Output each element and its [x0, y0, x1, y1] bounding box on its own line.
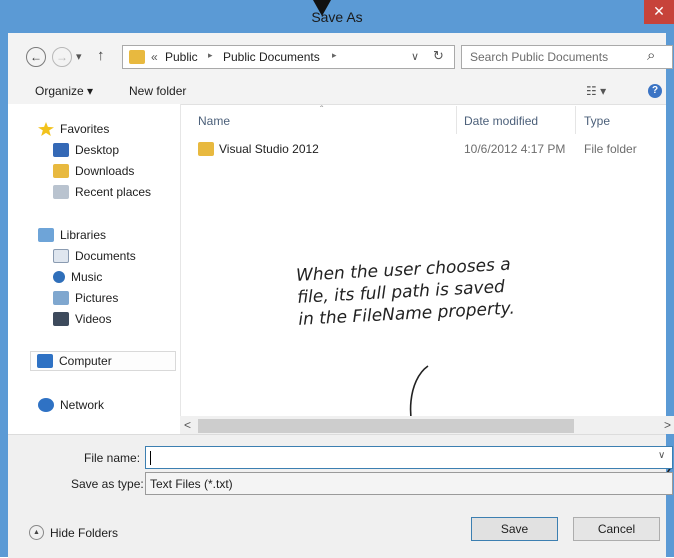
recent-locations-dropdown[interactable]: ▾ — [76, 50, 82, 63]
column-divider[interactable] — [456, 106, 457, 134]
file-name-label: File name: — [84, 451, 141, 465]
sidebar-label: Computer — [59, 354, 112, 368]
sidebar-item-recent-places[interactable]: Recent places — [53, 183, 151, 201]
desktop-icon — [53, 143, 69, 157]
new-folder-button[interactable]: New folder — [129, 84, 186, 98]
sidebar-label: Videos — [75, 312, 112, 326]
hide-folders-toggle-icon[interactable]: ▲ — [29, 525, 44, 540]
hide-folders-button[interactable]: Hide Folders — [50, 526, 118, 540]
sidebar-item-videos[interactable]: Videos — [53, 310, 111, 328]
sidebar-label: Network — [60, 398, 105, 412]
column-header-type[interactable]: Type — [584, 114, 610, 128]
sidebar-label: Libraries — [60, 228, 107, 242]
documents-icon — [53, 249, 69, 263]
network-icon — [38, 398, 54, 412]
sidebar-item-documents[interactable]: Documents — [53, 247, 136, 265]
pane-splitter[interactable] — [180, 104, 181, 434]
address-dropdown[interactable]: ∨ — [411, 50, 419, 63]
breadcrumb-public[interactable]: Public — [165, 50, 198, 64]
sidebar-item-computer[interactable]: Computer — [30, 351, 176, 371]
up-button[interactable]: ↑ — [97, 47, 105, 64]
sidebar-item-network[interactable]: Network — [38, 396, 104, 414]
file-name-input[interactable]: ∨ — [145, 446, 673, 469]
videos-icon — [53, 312, 69, 326]
search-icon[interactable]: ⌕ — [647, 47, 655, 64]
pictures-icon — [53, 291, 69, 305]
sort-indicator-icon: ˆ — [320, 105, 324, 116]
star-icon — [38, 122, 54, 136]
table-row[interactable]: Visual Studio 2012 10/6/2012 4:17 PM Fil… — [194, 138, 664, 160]
scroll-left-button[interactable]: < — [184, 418, 191, 432]
sidebar-label: Recent places — [75, 185, 152, 199]
breadcrumb-overflow[interactable]: « — [151, 50, 158, 64]
breadcrumb-public-documents[interactable]: Public Documents — [223, 50, 320, 64]
column-divider[interactable] — [575, 106, 576, 134]
sidebar-item-pictures[interactable]: Pictures — [53, 289, 118, 307]
breadcrumb-separator[interactable]: ▸ — [332, 50, 337, 61]
save-as-type-select[interactable]: Text Files (*.txt) — [145, 472, 673, 495]
organize-button[interactable]: Organize ▾ — [35, 84, 93, 98]
scroll-right-button[interactable]: > — [664, 418, 671, 432]
close-button[interactable]: ✕ — [644, 0, 674, 24]
libraries-icon — [38, 228, 54, 242]
sidebar-item-desktop[interactable]: Desktop — [53, 141, 119, 159]
column-header-name[interactable]: Name — [198, 114, 230, 128]
save-button[interactable]: Save — [471, 517, 558, 541]
sidebar-item-favorites[interactable]: Favorites — [38, 120, 109, 138]
callout-arrow-icon — [313, 0, 331, 16]
sidebar-item-downloads[interactable]: Downloads — [53, 162, 134, 180]
file-name: Visual Studio 2012 — [219, 142, 319, 156]
cancel-button[interactable]: Cancel — [573, 517, 660, 541]
search-placeholder: Search Public Documents — [470, 50, 609, 64]
recent-places-icon — [53, 185, 69, 199]
folder-icon — [129, 50, 145, 64]
forward-button[interactable]: → — [52, 47, 72, 67]
downloads-folder-icon — [53, 164, 69, 178]
back-button[interactable]: ← — [26, 47, 46, 67]
sidebar-label: Pictures — [75, 291, 119, 305]
sidebar-label: Documents — [75, 249, 136, 263]
refresh-button[interactable]: ↻ — [433, 48, 444, 64]
text-cursor — [150, 451, 151, 465]
sidebar-label: Downloads — [75, 164, 135, 178]
sidebar-label: Favorites — [60, 122, 110, 136]
save-as-type-label: Save as type: — [71, 477, 144, 491]
scrollbar-thumb[interactable] — [198, 419, 574, 433]
sidebar-item-libraries[interactable]: Libraries — [38, 226, 106, 244]
computer-icon — [37, 354, 53, 368]
view-options-button[interactable]: ☷ ▾ — [586, 84, 606, 98]
file-type: File folder — [584, 142, 637, 156]
folder-icon — [198, 142, 214, 156]
save-as-type-value: Text Files (*.txt) — [150, 477, 233, 491]
file-name-dropdown[interactable]: ∨ — [658, 450, 665, 461]
file-date: 10/6/2012 4:17 PM — [464, 142, 566, 156]
navigation-pane: Favorites Desktop Downloads Recent place… — [8, 104, 180, 434]
sidebar-item-music[interactable]: Music — [53, 268, 102, 286]
column-header-date[interactable]: Date modified — [464, 114, 538, 128]
sidebar-label: Desktop — [75, 143, 120, 157]
toolbar — [8, 79, 666, 105]
sidebar-label: Music — [71, 270, 103, 284]
window-title: Save As — [311, 9, 363, 25]
annotation-note: When the user chooses a file, its full p… — [295, 249, 598, 331]
help-icon[interactable]: ? — [648, 84, 662, 98]
window-frame-left — [0, 33, 8, 557]
breadcrumb-separator[interactable]: ▸ — [208, 50, 213, 61]
music-icon — [53, 271, 65, 283]
